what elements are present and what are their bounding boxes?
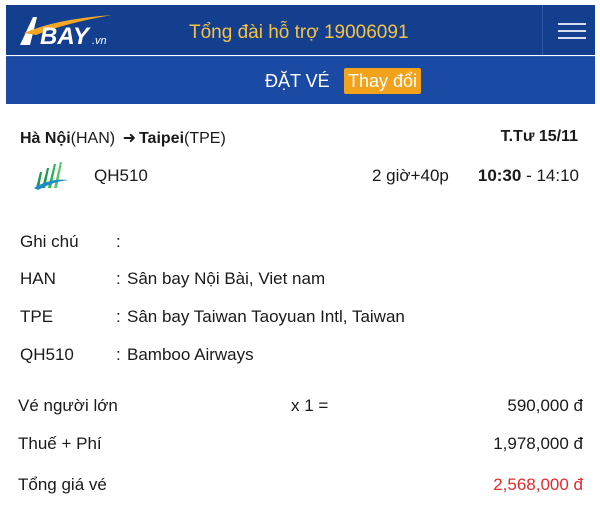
- booking-page: BAY .vn Tổng đài hỗ trợ 19006091 ĐẶT VÉ …: [0, 0, 600, 507]
- arrive-time: 14:10: [536, 166, 579, 185]
- flight-number: QH510: [94, 166, 148, 185]
- info-colon: :: [116, 345, 121, 364]
- origin-code: (HAN): [70, 130, 116, 147]
- hamburger-menu-icon[interactable]: [542, 5, 595, 55]
- svg-text:.vn: .vn: [92, 35, 107, 47]
- info-colon: :: [116, 269, 121, 288]
- price-row-total: Tổng giá vé 2,568,000 đ: [18, 475, 583, 497]
- adult-fare-label: Vé người lớn: [18, 396, 118, 415]
- origin-city: Hà Nội: [20, 130, 71, 147]
- info-key: Ghi chú: [20, 232, 79, 251]
- abay-logo[interactable]: BAY .vn: [16, 11, 116, 51]
- info-value: Sân bay Nội Bài, Viet nam: [127, 269, 326, 288]
- info-key: TPE: [20, 307, 54, 326]
- change-button[interactable]: Thay đổi: [344, 68, 422, 94]
- booking-title: ĐẶT VÉ: [265, 71, 330, 91]
- logo-text: BAY: [40, 23, 91, 50]
- total-value: 2,568,000 đ: [493, 475, 583, 494]
- destination-city: Taipei: [138, 130, 185, 147]
- hotline-text[interactable]: Tổng đài hỗ trợ 19006091: [189, 22, 409, 44]
- top-header: BAY .vn Tổng đài hỗ trợ 19006091: [6, 5, 595, 55]
- time-separator: -: [521, 166, 537, 185]
- info-colon: :: [116, 307, 121, 326]
- info-key: HAN: [20, 269, 56, 288]
- adult-quantity: x 1 =: [291, 396, 329, 415]
- destination-code: (TPE): [184, 130, 226, 147]
- info-value: Sân bay Taiwan Taoyuan Intl, Taiwan: [127, 307, 405, 326]
- flight-duration: 2 giờ+40p: [372, 166, 449, 185]
- info-value: Bamboo Airways: [127, 345, 254, 364]
- arrow-right-icon: ➜: [122, 130, 136, 147]
- tax-value: 1,978,000 đ: [493, 434, 583, 453]
- info-key: QH510: [20, 345, 74, 364]
- tax-label: Thuế + Phí: [18, 434, 102, 453]
- route-summary: Hà Nội(HAN) ➜ Taipei(TPE): [20, 128, 226, 148]
- total-label: Tổng giá vé: [18, 475, 107, 494]
- flight-date: T.Tư 15/11: [500, 128, 578, 145]
- price-row-adult: Vé người lớn x 1 = 590,000 đ: [18, 396, 583, 418]
- price-row-tax: Thuế + Phí 1,978,000 đ: [18, 434, 583, 456]
- depart-time: 10:30: [477, 166, 522, 185]
- bamboo-airways-logo: [34, 162, 68, 190]
- flight-times: 10:30 - 14:10: [478, 166, 579, 186]
- info-colon: :: [116, 232, 121, 251]
- booking-subheader: ĐẶT VÉ Thay đổi: [6, 56, 595, 104]
- adult-fare-value: 590,000 đ: [507, 396, 583, 415]
